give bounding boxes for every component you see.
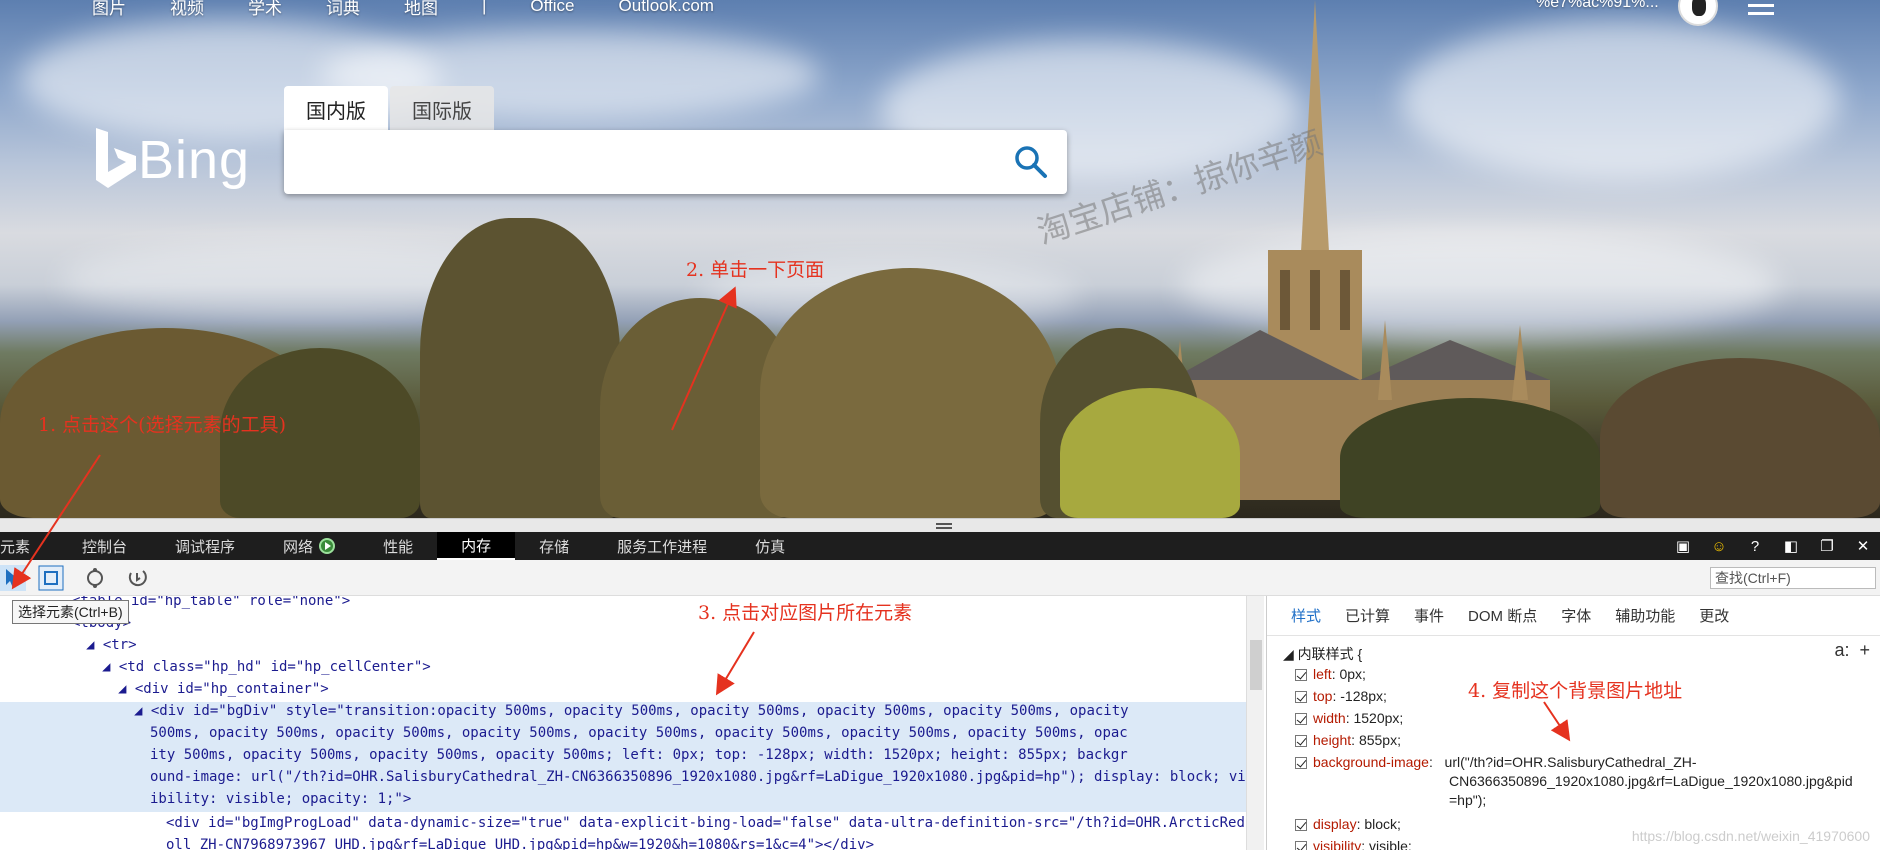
dom-line-bgdiv-cont3[interactable]: ound-image: url("/th?id=OHR.SalisburyCat…: [150, 766, 1246, 788]
checkbox[interactable]: [1295, 713, 1307, 725]
tab-console[interactable]: 控制台: [58, 532, 151, 560]
dom-line-bgdiv-cont1[interactable]: 500ms, opacity 500ms, opacity 500ms, opa…: [150, 722, 1128, 744]
dom-scrollbar[interactable]: [1246, 596, 1264, 850]
prop-top[interactable]: top: -128px;: [1295, 688, 1387, 704]
select-element-tooltip: 选择元素(Ctrl+B): [12, 600, 129, 624]
color-picker-icon[interactable]: [124, 565, 150, 591]
tab-emulation[interactable]: 仿真: [731, 532, 809, 560]
nav-images[interactable]: 图片: [92, 0, 126, 19]
annotation-1: 1. 点击这个(选择元素的工具): [38, 414, 286, 436]
add-rule-button[interactable]: +: [1859, 640, 1870, 660]
tab-events[interactable]: 事件: [1414, 605, 1444, 626]
search-icon[interactable]: [1013, 144, 1049, 180]
bing-background[interactable]: 图片 视频 学术 词典 地图 | Office Outlook.com %e7%…: [0, 0, 1880, 518]
dom-line-td[interactable]: ◢ <td class="hp_hd" id="hp_cellCenter">: [102, 656, 431, 678]
grip-icon: [936, 523, 952, 531]
checkbox[interactable]: [1295, 841, 1307, 850]
tab-network[interactable]: 网络: [259, 532, 359, 560]
search-box: [284, 130, 1067, 194]
prop-height[interactable]: height: 855px;: [1295, 732, 1401, 748]
checkbox[interactable]: [1295, 669, 1307, 681]
prop-width[interactable]: width: 1520px;: [1295, 710, 1403, 726]
tab-fonts[interactable]: 字体: [1561, 605, 1591, 626]
dom-line-tr[interactable]: ◢ <tr>: [86, 634, 137, 656]
highlight-elements-icon[interactable]: [38, 565, 64, 591]
tab-memory[interactable]: 内存: [437, 532, 516, 560]
nav-outlook[interactable]: Outlook.com: [619, 0, 714, 16]
styles-pane: 样式 已计算 事件 DOM 断点 字体 辅助功能 更改 a: + ◢ 内联样式 …: [1266, 596, 1880, 850]
annotation-3: 3. 点击对应图片所在元素: [698, 602, 913, 624]
nav-videos[interactable]: 视频: [170, 0, 204, 19]
tab-debugger[interactable]: 调试程序: [151, 532, 259, 560]
dom-line-bgdiv[interactable]: ◢ <div id="bgDiv" style="transition:opac…: [134, 700, 1129, 722]
scroll-thumb[interactable]: [1250, 640, 1262, 690]
tab-computed[interactable]: 已计算: [1345, 605, 1390, 626]
console-drawer-icon[interactable]: ▣: [1672, 537, 1694, 555]
undock-icon[interactable]: ❐: [1816, 537, 1838, 555]
dock-side-icon[interactable]: ◧: [1780, 537, 1802, 555]
checkbox[interactable]: [1295, 819, 1307, 831]
prop-left[interactable]: left: 0px;: [1295, 666, 1366, 682]
tab-dom-breakpoints[interactable]: DOM 断点: [1468, 605, 1537, 626]
menu-icon[interactable]: [1748, 0, 1774, 20]
nav-office[interactable]: Office: [530, 0, 574, 16]
devtools-splitter[interactable]: [0, 518, 1880, 532]
tab-styles[interactable]: 样式: [1291, 605, 1321, 626]
top-nav: 图片 视频 学术 词典 地图 | Office Outlook.com: [92, 0, 758, 20]
close-icon[interactable]: ✕: [1852, 537, 1874, 555]
tab-performance[interactable]: 性能: [359, 532, 437, 560]
inline-style-header: ◢ 内联样式 {: [1283, 646, 1363, 662]
background-image-url-cont1[interactable]: CN6366350896_1920x1080.jpg&rf=LaDigue_19…: [1449, 773, 1853, 789]
dom-line-bgimgprogload[interactable]: <div id="bgImgProgLoad" data-dynamic-siz…: [166, 812, 1246, 834]
annotation-2: 2. 单击一下页面: [686, 259, 825, 281]
annotation-4: 4. 复制这个背景图片地址: [1468, 680, 1683, 702]
nav-dictionary[interactable]: 词典: [326, 0, 360, 19]
tab-storage[interactable]: 存储: [515, 532, 593, 560]
tab-service-workers[interactable]: 服务工作进程: [593, 532, 731, 560]
tab-changes[interactable]: 更改: [1699, 605, 1729, 626]
bing-logo-text: Bing: [138, 130, 251, 190]
find-input[interactable]: 查找(Ctrl+F): [1710, 567, 1876, 589]
prop-display[interactable]: display: block;: [1295, 816, 1401, 832]
background-image-url-cont2[interactable]: =hp");: [1449, 792, 1486, 808]
dom-line-bgdiv-cont4[interactable]: ibility: visible; opacity: 1;">: [150, 788, 411, 810]
tab-international[interactable]: 国际版: [390, 86, 494, 132]
search-input[interactable]: [298, 130, 988, 190]
tab-network-label: 网络: [283, 538, 314, 556]
user-name[interactable]: %e7%ac%91%...: [1536, 0, 1659, 12]
prop-background-image[interactable]: background-image: url("/th?id=OHR.Salisb…: [1295, 754, 1697, 770]
nav-maps[interactable]: 地图: [404, 0, 438, 19]
nav-academic[interactable]: 学术: [248, 0, 282, 19]
feedback-smiley-icon[interactable]: ☺: [1708, 538, 1730, 555]
attr-button[interactable]: a:: [1834, 640, 1849, 660]
select-element-icon[interactable]: [0, 565, 26, 591]
dom-tree: <table id="hp_table" role="none"> <tbody…: [0, 596, 1246, 850]
devtools-window-controls: ▣ ☺ ? ◧ ❐ ✕: [1672, 532, 1874, 560]
record-icon: [319, 538, 336, 554]
prop-visibility[interactable]: visibility: visible;: [1295, 838, 1412, 850]
avatar[interactable]: [1678, 0, 1718, 26]
nav-divider: |: [482, 0, 487, 15]
styles-actions: a: +: [1834, 640, 1870, 661]
blog-watermark: https://blog.csdn.net/weixin_41970600: [1631, 828, 1870, 844]
dom-line-bgimgprogload-cont[interactable]: oll_ZH-CN7968973967_UHD.jpg&rf=LaDigue_U…: [166, 834, 874, 850]
bing-b-icon: [96, 128, 136, 188]
tab-domestic[interactable]: 国内版: [284, 86, 388, 132]
dom-line-hp-container[interactable]: ◢ <div id="hp_container">: [118, 678, 329, 700]
dom-line-bgdiv-cont2[interactable]: ity 500ms, opacity 500ms, opacity 500ms,…: [150, 744, 1128, 766]
styles-tabs: 样式 已计算 事件 DOM 断点 字体 辅助功能 更改: [1267, 596, 1880, 636]
elements-toolbar: 查找(Ctrl+F): [0, 560, 1880, 596]
help-icon[interactable]: ?: [1744, 538, 1766, 555]
tab-accessibility[interactable]: 辅助功能: [1615, 605, 1675, 626]
tab-elements[interactable]: 元素: [0, 532, 54, 560]
refresh-icon[interactable]: [82, 565, 108, 591]
devtools-tabbar: 元素 控制台 调试程序 网络 性能 内存 存储 服务工作进程 仿真: [0, 532, 1880, 560]
region-tabs: 国内版 国际版: [284, 86, 496, 132]
bing-logo[interactable]: Bing: [92, 128, 250, 192]
checkbox[interactable]: [1295, 757, 1307, 769]
checkbox[interactable]: [1295, 735, 1307, 747]
checkbox[interactable]: [1295, 691, 1307, 703]
